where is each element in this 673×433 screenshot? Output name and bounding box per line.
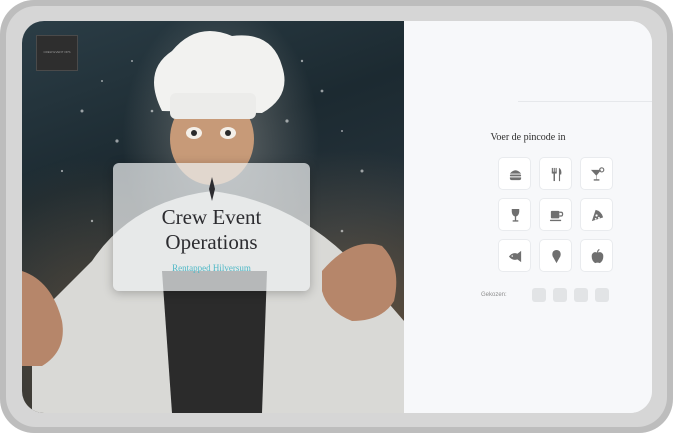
hero-image: CREW EVENT OPS Crew Event Operations Ren…: [22, 21, 404, 413]
cutlery-icon: [551, 167, 562, 182]
burger-icon: [509, 170, 522, 181]
pin-tile-fish[interactable]: [498, 239, 531, 272]
chosen-label: Gekozen:: [481, 292, 507, 298]
pin-tile-cutlery[interactable]: [539, 157, 572, 190]
pin-panel: Voer de pincode in Gekozen:: [404, 21, 652, 413]
pin-tile-cocktail[interactable]: [580, 157, 613, 190]
brand-logo: CREW EVENT OPS: [36, 35, 78, 71]
screen: CREW EVENT OPS Crew Event Operations Ren…: [22, 21, 652, 413]
pin-tile-icecream[interactable]: [539, 239, 572, 272]
pin-tile-apple[interactable]: [580, 239, 613, 272]
pin-tile-wine[interactable]: [498, 198, 531, 231]
coffee-cup-icon: [549, 210, 564, 222]
apple-icon: [591, 249, 604, 264]
pin-tile-burger[interactable]: [498, 157, 531, 190]
location-subtitle: Rentapped Hilversum: [172, 263, 251, 273]
pin-tile-coffee[interactable]: [539, 198, 572, 231]
sparkle-icon: [209, 177, 215, 201]
pin-slot-2: [553, 288, 567, 302]
pin-slot-3: [574, 288, 588, 302]
pin-tile-pizza[interactable]: [580, 198, 613, 231]
fish-icon: [508, 250, 522, 263]
app-title: Crew Event Operations: [113, 205, 310, 255]
brand-card: Crew Event Operations Rentapped Hilversu…: [113, 163, 310, 291]
pin-slot-4: [595, 288, 609, 302]
wine-glass-icon: [511, 208, 520, 222]
pin-slot-1: [532, 288, 546, 302]
cocktail-icon: [590, 167, 605, 181]
tablet-frame: CREW EVENT OPS Crew Event Operations Ren…: [0, 0, 673, 433]
title-line-1: Crew Event: [161, 205, 262, 229]
divider: [518, 101, 652, 102]
pizza-icon: [591, 209, 604, 222]
pin-prompt: Voer de pincode in: [490, 132, 566, 143]
ice-cream-icon: [552, 249, 561, 264]
title-line-2: Operations: [165, 230, 258, 254]
